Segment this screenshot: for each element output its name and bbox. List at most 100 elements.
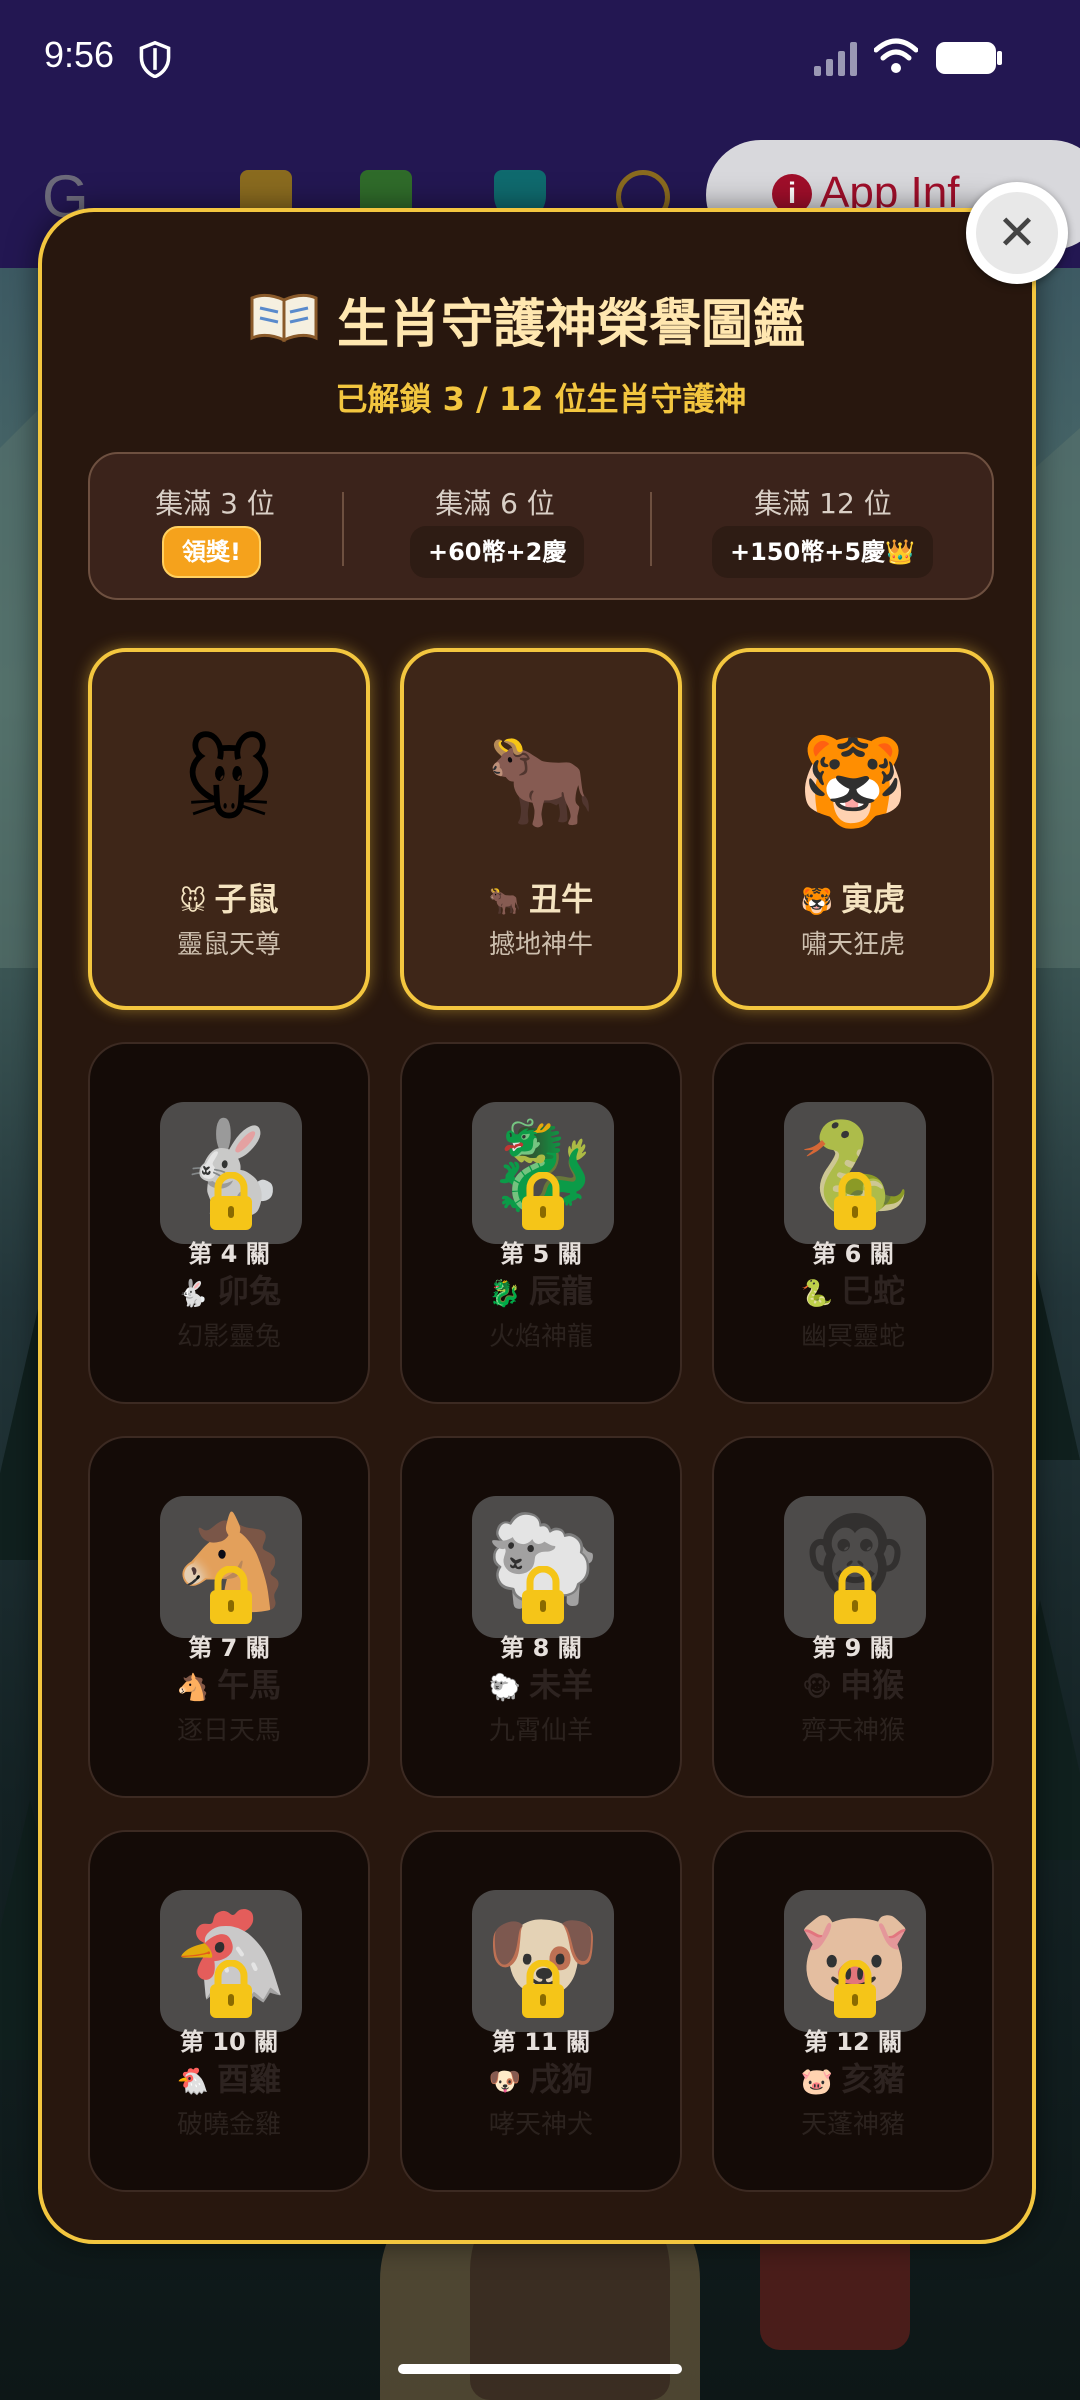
zodiac-card[interactable]: 🐍 第 6 關 🐍 巳蛇 幽冥靈蛇 [712, 1042, 994, 1404]
battery-icon [936, 42, 1002, 74]
lock-icon [206, 1171, 256, 1232]
zodiac-name: 🐂 丑牛 [404, 874, 678, 920]
lock-icon [518, 1565, 568, 1626]
zodiac-name-text: 辰龍 [529, 1272, 594, 1310]
zodiac-emoji-icon: 🐂 [486, 730, 596, 833]
zodiac-small-icon: 🐇 [176, 1279, 210, 1309]
milestone-rewards-bar: 集滿 3 位 領獎! 集滿 6 位 +60幣+2慶 集滿 12 位 +150幣+… [88, 452, 994, 600]
lock-icon [518, 1171, 568, 1232]
zodiac-name-text: 丑牛 [529, 880, 594, 918]
shield-icon [139, 40, 171, 78]
zodiac-emoji-icon: 🐭 [183, 730, 275, 833]
zodiac-title: 天蓬神豬 [800, 2110, 905, 2140]
locked-portrait: 🐍 [784, 1102, 926, 1244]
unlock-progress: 已解鎖 3 / 12 位生肖守護神 [335, 380, 747, 418]
locked-portrait: 🐴 [160, 1496, 302, 1638]
zodiac-name: 🐇 卯兔 [90, 1266, 368, 1312]
unlock-stage-label: 第 8 關 [500, 1634, 582, 1662]
close-button-inner: ✕ [976, 192, 1058, 274]
modal-title-text: 生肖守護神榮譽圖鑑 [336, 295, 805, 355]
milestone-6: 集滿 6 位 +60幣+2慶 [344, 454, 646, 602]
close-icon: ✕ [996, 205, 1038, 261]
zodiac-card[interactable]: 🐭 🐭 子鼠 靈鼠天尊 [88, 648, 370, 1010]
zodiac-small-icon: 🐉 [488, 1279, 522, 1309]
locked-portrait: 🐉 [472, 1102, 614, 1244]
wifi-icon [874, 38, 918, 73]
zodiac-name-text: 亥豬 [841, 2060, 906, 2098]
unlock-stage-label: 第 7 關 [188, 1634, 270, 1662]
milestone-label: 集滿 12 位 [754, 487, 892, 520]
zodiac-title: 幽冥靈蛇 [800, 1322, 905, 1352]
unlock-stage-label: 第 12 關 [803, 2028, 903, 2056]
unlock-stage-label: 第 4 關 [188, 1240, 270, 1268]
zodiac-collection-modal: 生肖守護神榮譽圖鑑 已解鎖 3 / 12 位生肖守護神 集滿 3 位 領獎! 集… [38, 208, 1036, 2244]
unlock-stage-label: 第 6 關 [812, 1240, 894, 1268]
zodiac-name: 🐔 酉雞 [90, 2054, 368, 2100]
zodiac-small-icon: 🐔 [176, 2067, 210, 2097]
status-bar: 9:56 [0, 0, 1080, 120]
milestone-reward: +60幣+2慶 [410, 526, 585, 578]
zodiac-card[interactable]: 🐇 第 4 關 🐇 卯兔 幻影靈兔 [88, 1042, 370, 1404]
lock-icon [830, 1959, 880, 2020]
lock-icon [518, 1959, 568, 2020]
home-indicator[interactable] [398, 2364, 682, 2374]
unlock-stage-label: 第 11 關 [491, 2028, 591, 2056]
signal-icon [814, 42, 857, 76]
zodiac-small-icon: 🐍 [800, 1279, 834, 1309]
modal-title: 生肖守護神榮譽圖鑑 [42, 282, 1040, 357]
milestone-reward: +150幣+5慶👑 [712, 526, 933, 578]
zodiac-name: 🐴 午馬 [90, 1660, 368, 1706]
zodiac-name: 🐯 寅虎 [716, 874, 990, 920]
milestone-12: 集滿 12 位 +150幣+5慶👑 [652, 454, 994, 602]
zodiac-name-text: 戌狗 [529, 2060, 594, 2098]
zodiac-name-text: 午馬 [217, 1666, 282, 1704]
zodiac-name: 🐷 亥豬 [714, 2054, 992, 2100]
zodiac-name: 🐑 未羊 [402, 1660, 680, 1706]
zodiac-name-text: 子鼠 [214, 880, 279, 918]
zodiac-name-text: 卯兔 [217, 1272, 282, 1310]
zodiac-title: 幻影靈兔 [176, 1322, 281, 1352]
zodiac-name-text: 酉雞 [217, 2060, 282, 2098]
zodiac-card[interactable]: 🐷 第 12 關 🐷 亥豬 天蓬神豬 [712, 1830, 994, 2192]
zodiac-name: 🐉 辰龍 [402, 1266, 680, 1312]
milestone-label: 集滿 3 位 [155, 487, 275, 520]
zodiac-card[interactable]: 🐂 🐂 丑牛 撼地神牛 [400, 648, 682, 1010]
zodiac-title: 哮天神犬 [488, 2110, 593, 2140]
lock-icon [206, 1565, 256, 1626]
zodiac-small-icon: 🐑 [488, 1673, 522, 1703]
zodiac-small-icon: 🐷 [800, 2067, 834, 2097]
close-button[interactable]: ✕ [966, 182, 1068, 284]
zodiac-title: 九霄仙羊 [488, 1716, 593, 1746]
zodiac-title: 靈鼠天尊 [176, 930, 281, 960]
status-time: 9:56 [44, 34, 115, 75]
zodiac-small-icon: 🐵 [801, 1673, 833, 1703]
zodiac-card[interactable]: 🐑 第 8 關 🐑 未羊九霄仙羊 [400, 1436, 682, 1798]
locked-portrait: 🐇 [160, 1102, 302, 1244]
zodiac-small-icon: 🐯 [800, 887, 834, 917]
zodiac-card[interactable]: 🐉 第 5 關 🐉 辰龍 火焰神龍 [400, 1042, 682, 1404]
zodiac-title: 齊天神猴 [800, 1716, 905, 1746]
zodiac-card[interactable]: 🐔 第 10 關 🐔 酉雞 破曉金雞 [88, 1830, 370, 2192]
zodiac-card[interactable]: 🐯 🐯 寅虎嘯天狂虎 [712, 648, 994, 1010]
locked-portrait: 🐶 [472, 1890, 614, 2032]
claim-reward-button[interactable]: 領獎! [162, 526, 261, 578]
zodiac-small-icon: 🐶 [488, 2067, 522, 2097]
zodiac-name-text: 寅虎 [841, 880, 906, 918]
zodiac-small-icon: 🐂 [488, 887, 522, 917]
zodiac-card[interactable]: 🐵 第 9 關 🐵 申猴 齊天神猴 [712, 1436, 994, 1798]
zodiac-name: 🐶 戌狗 [402, 2054, 680, 2100]
zodiac-name-text: 申猴 [840, 1666, 905, 1704]
locked-portrait: 🐷 [784, 1890, 926, 2032]
zodiac-title: 嘯天狂虎 [800, 930, 905, 960]
milestone-3: 集滿 3 位 領獎! [90, 454, 340, 602]
zodiac-card[interactable]: 🐶 第 11 關 🐶 戌狗 哮天神犬 [400, 1830, 682, 2192]
zodiac-title: 火焰神龍 [488, 1322, 593, 1352]
lock-icon [830, 1171, 880, 1232]
unlock-stage-label: 第 5 關 [500, 1240, 582, 1268]
zodiac-small-icon: 🐴 [176, 1673, 210, 1703]
zodiac-card[interactable]: 🐴 第 7 關 🐴 午馬 逐日天馬 [88, 1436, 370, 1798]
lock-icon [830, 1565, 880, 1626]
zodiac-title: 破曉金雞 [176, 2110, 281, 2140]
zodiac-small-icon: 🐭 [179, 887, 207, 917]
unlock-stage-label: 第 9 關 [812, 1634, 894, 1662]
